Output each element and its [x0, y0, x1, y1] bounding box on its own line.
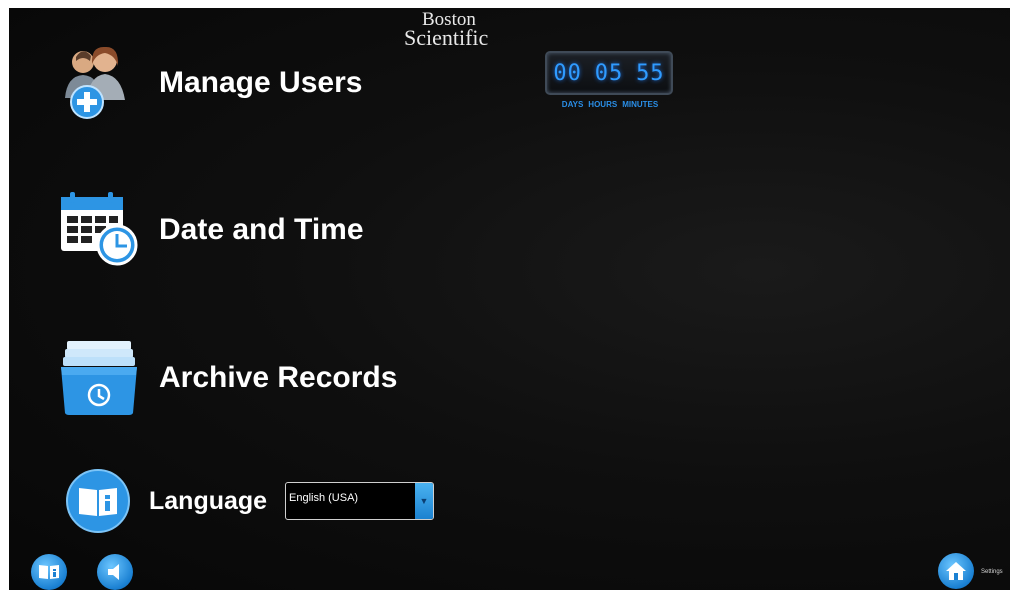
- settings-screen: Boston Scientific 00 05 55 DAYS HOURS MI…: [9, 8, 1010, 590]
- timer-display: 00 05 55: [545, 51, 673, 95]
- countdown-timer: 00 05 55 DAYS HOURS MINUTES: [543, 51, 677, 109]
- language-row: Language: [65, 468, 267, 534]
- help-button[interactable]: [31, 554, 67, 590]
- date-time-button[interactable]: Date and Time: [59, 189, 364, 271]
- brand-line2: Scientific: [404, 25, 489, 50]
- timer-labels: DAYS HOURS MINUTES: [543, 100, 677, 109]
- book-info-icon: [65, 468, 131, 534]
- language-select-value: English (USA): [289, 492, 359, 504]
- chevron-down-icon[interactable]: ▼: [415, 483, 433, 519]
- timer-hours: 05: [594, 60, 624, 86]
- timer-label-days: DAYS: [561, 100, 584, 109]
- calendar-clock-icon: [59, 189, 141, 271]
- archive-records-label: Archive Records: [159, 361, 398, 394]
- book-info-icon: [39, 565, 59, 579]
- timer-label-hours: HOURS: [588, 100, 618, 109]
- sound-button[interactable]: [97, 554, 133, 590]
- manage-users-label: Manage Users: [159, 66, 363, 99]
- archive-records-button[interactable]: Archive Records: [59, 337, 397, 419]
- date-time-label: Date and Time: [159, 213, 364, 246]
- settings-label: Settings: [981, 569, 1003, 575]
- speaker-icon: [108, 564, 119, 580]
- language-select[interactable]: English (USA) ▼: [285, 482, 434, 520]
- timer-minutes: 55: [636, 60, 665, 86]
- users-add-icon: [59, 42, 141, 124]
- home-icon: [946, 562, 966, 580]
- timer-days: 00: [553, 60, 582, 86]
- archive-box-icon: [59, 337, 141, 419]
- timer-label-minutes: MINUTES: [622, 100, 659, 109]
- language-label: Language: [149, 486, 268, 515]
- manage-users-button[interactable]: Manage Users: [59, 42, 362, 124]
- brand-logo: Boston Scientific: [404, 10, 489, 50]
- home-button[interactable]: [938, 553, 974, 589]
